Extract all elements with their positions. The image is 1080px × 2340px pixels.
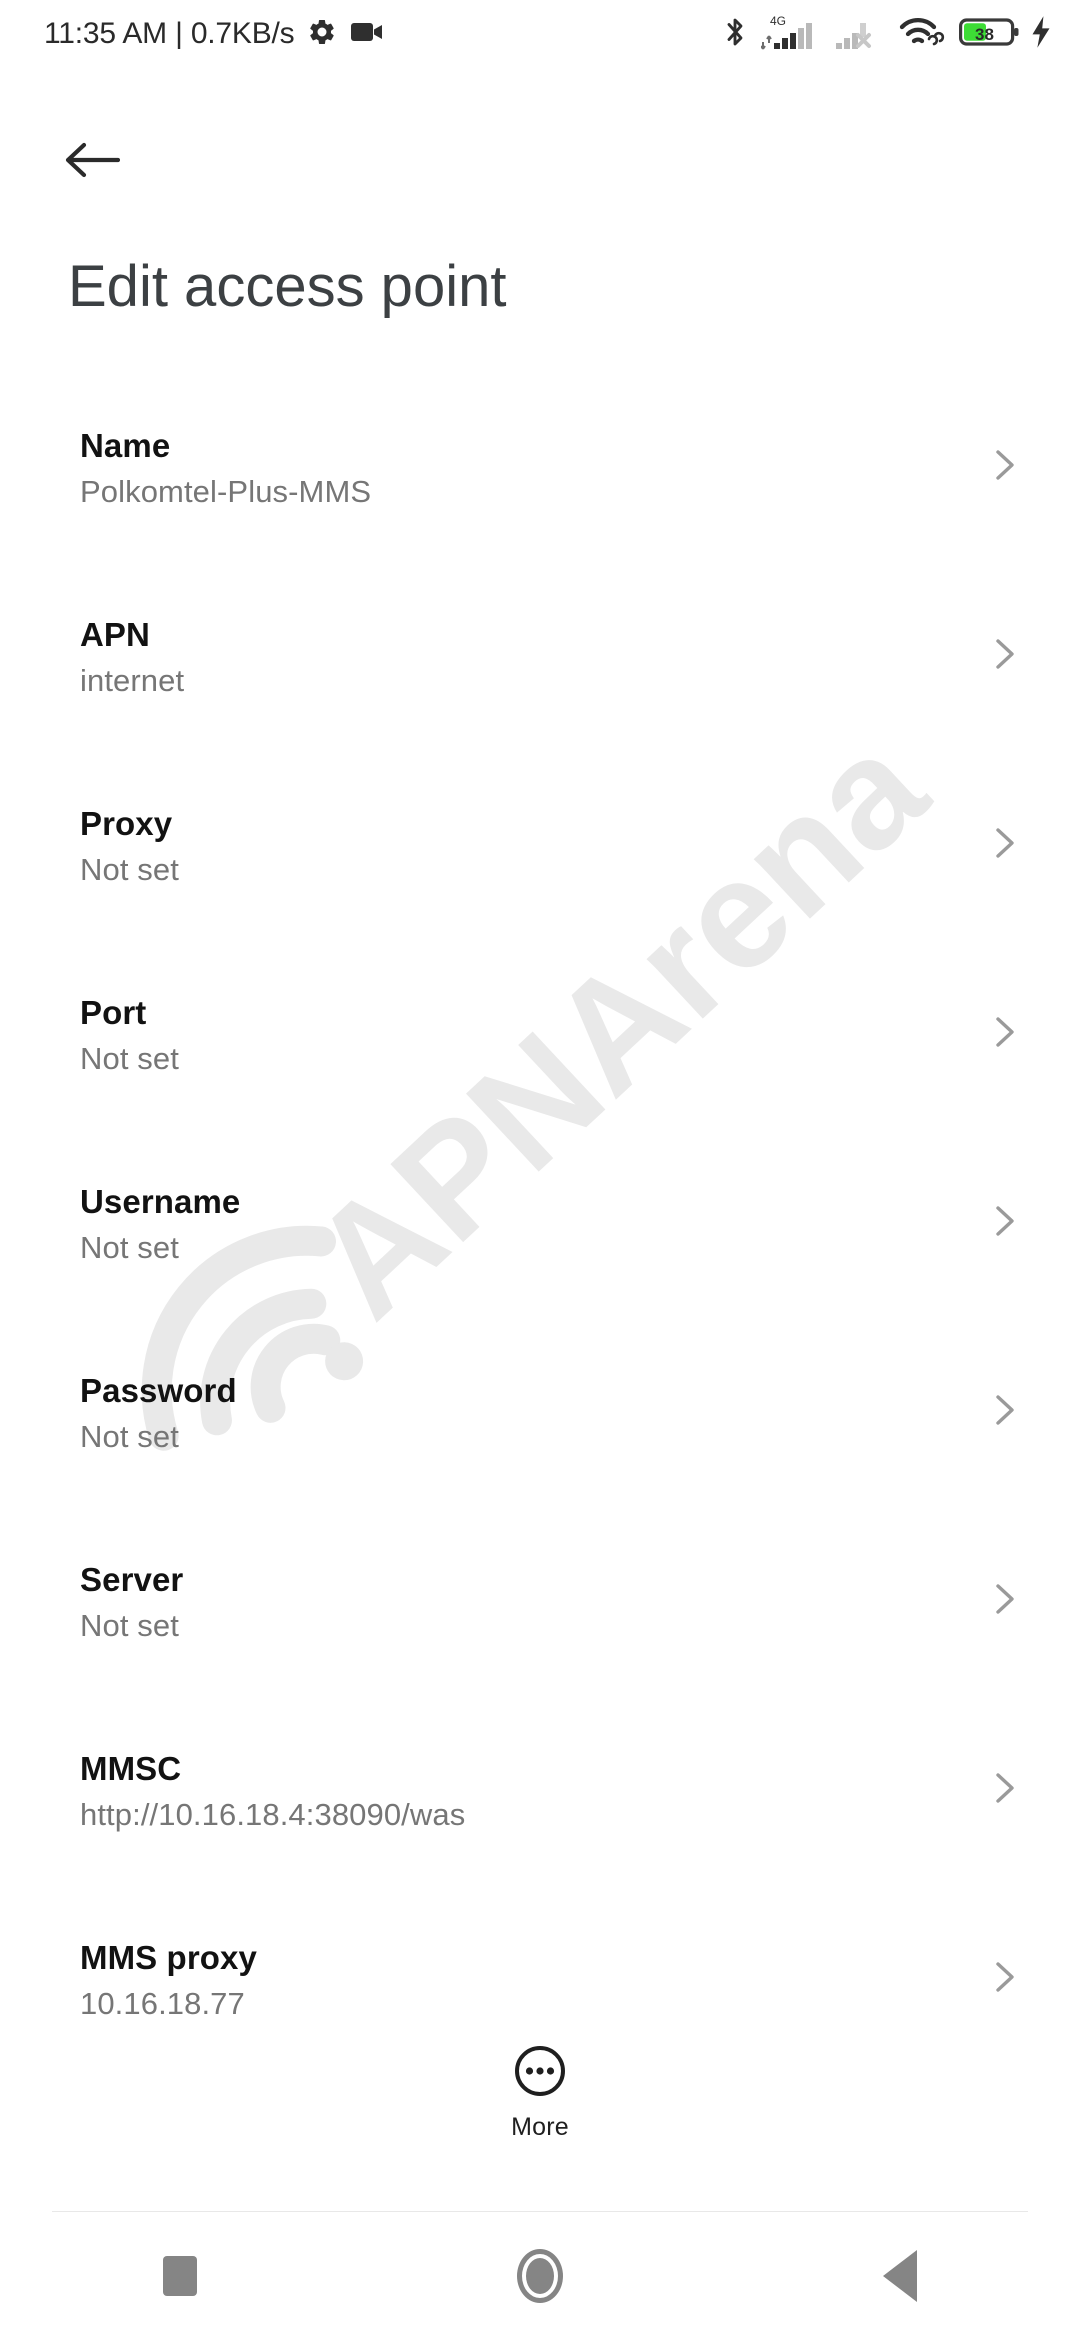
chevron-right-icon bbox=[985, 1012, 1025, 1052]
back-button[interactable] bbox=[52, 122, 132, 202]
more-button-label: More bbox=[511, 2113, 569, 2141]
setting-label: MMSC bbox=[80, 1750, 182, 1787]
nav-recents-button[interactable] bbox=[0, 2212, 360, 2340]
signal-4g-icon: 4G bbox=[760, 12, 823, 57]
more-circle-icon bbox=[512, 2043, 568, 2104]
circle-home-icon bbox=[517, 2249, 563, 2303]
setting-value: Not set bbox=[80, 1041, 179, 1077]
setting-label: MMS proxy bbox=[80, 1939, 257, 1976]
chevron-right-icon bbox=[985, 1201, 1025, 1241]
setting-row-port[interactable]: Port Not set bbox=[0, 967, 1080, 1156]
setting-row-password[interactable]: Password Not set bbox=[0, 1345, 1080, 1534]
triangle-back-icon bbox=[883, 2250, 917, 2302]
wifi-link-icon bbox=[898, 13, 946, 56]
setting-row-proxy[interactable]: Proxy Not set bbox=[0, 778, 1080, 967]
setting-value: Polkomtel-Plus-MMS bbox=[80, 474, 372, 510]
square-recents-icon bbox=[163, 2256, 197, 2296]
charging-bolt-icon bbox=[1028, 15, 1054, 54]
access-point-settings-list: Name Polkomtel-Plus-MMS APN internet Pro… bbox=[0, 400, 1080, 2101]
gear-icon bbox=[307, 17, 337, 52]
setting-label: Username bbox=[80, 1183, 241, 1220]
setting-label: Password bbox=[80, 1372, 237, 1409]
chevron-right-icon bbox=[985, 823, 1025, 863]
phone-screen: 11:35 AM | 0.7KB/s 4G 38 APNArena Edit a… bbox=[0, 0, 1080, 2340]
setting-value: Not set bbox=[80, 1608, 179, 1644]
setting-value: Not set bbox=[80, 1230, 179, 1266]
setting-row-username[interactable]: Username Not set bbox=[0, 1156, 1080, 1345]
setting-row-server[interactable]: Server Not set bbox=[0, 1534, 1080, 1723]
status-bar: 11:35 AM | 0.7KB/s 4G 38 bbox=[0, 0, 1080, 68]
chevron-right-icon bbox=[985, 634, 1025, 674]
chevron-right-icon bbox=[985, 1957, 1025, 1997]
setting-label: APN bbox=[80, 616, 150, 653]
setting-label: Name bbox=[80, 427, 171, 464]
setting-value: internet bbox=[80, 663, 185, 699]
nav-back-button[interactable] bbox=[720, 2212, 1080, 2340]
chevron-right-icon bbox=[985, 445, 1025, 485]
status-bar-left: 11:35 AM | 0.7KB/s bbox=[44, 17, 385, 52]
svg-text:4G: 4G bbox=[770, 14, 786, 28]
battery-level-text: 38 bbox=[975, 25, 994, 44]
chevron-right-icon bbox=[985, 1579, 1025, 1619]
arrow-back-icon bbox=[64, 138, 121, 187]
setting-value: 10.16.18.77 bbox=[80, 1986, 245, 2022]
nav-home-button[interactable] bbox=[360, 2212, 720, 2340]
setting-label: Proxy bbox=[80, 805, 173, 842]
setting-label: Port bbox=[80, 994, 147, 1031]
bluetooth-icon bbox=[722, 14, 748, 55]
signal-sim2-off-icon bbox=[834, 12, 886, 57]
video-camera-icon bbox=[351, 20, 385, 49]
setting-row-mmsc[interactable]: MMSC http://10.16.18.4:38090/was bbox=[0, 1723, 1080, 1912]
status-clock-and-speed: 11:35 AM | 0.7KB/s bbox=[44, 17, 295, 50]
setting-row-name[interactable]: Name Polkomtel-Plus-MMS bbox=[0, 400, 1080, 589]
chevron-right-icon bbox=[985, 1768, 1025, 1808]
setting-value: Not set bbox=[80, 1419, 179, 1455]
battery-icon: 38 bbox=[959, 15, 1021, 54]
more-button[interactable]: More bbox=[0, 2043, 1080, 2142]
navigation-bar bbox=[0, 2212, 1080, 2340]
setting-row-apn[interactable]: APN internet bbox=[0, 589, 1080, 778]
page-title: Edit access point bbox=[68, 254, 507, 319]
setting-label: Server bbox=[80, 1561, 184, 1598]
status-bar-right: 4G 38 bbox=[722, 12, 1054, 57]
setting-value: Not set bbox=[80, 852, 179, 888]
chevron-right-icon bbox=[985, 1390, 1025, 1430]
setting-value: http://10.16.18.4:38090/was bbox=[80, 1797, 466, 1833]
